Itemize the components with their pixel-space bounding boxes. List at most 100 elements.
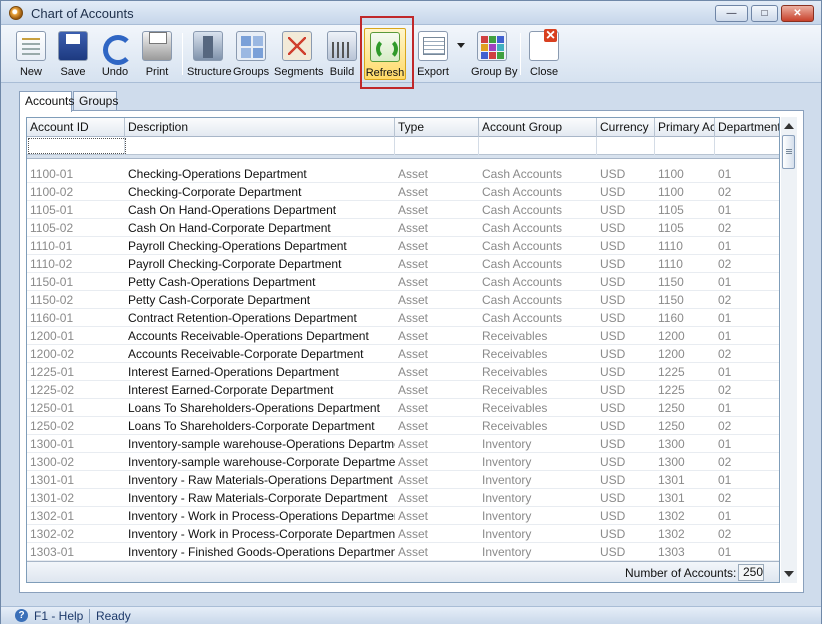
tab-groups[interactable]: Groups — [73, 91, 118, 111]
cell-currency: USD — [600, 527, 626, 541]
scroll-down-arrow-icon[interactable] — [784, 571, 794, 577]
structure-button[interactable]: Structure — [187, 28, 232, 80]
table-row[interactable]: 1105-01 Cash On Hand-Operations Departmen… — [27, 201, 779, 219]
cell-currency: USD — [600, 365, 626, 379]
cell-primary-account: 1105 — [658, 203, 684, 217]
build-button[interactable]: Build — [326, 28, 358, 80]
cell-account-group: Cash Accounts — [482, 275, 563, 289]
cell-primary-account: 1300 — [658, 455, 685, 469]
cell-currency: USD — [600, 311, 626, 325]
maximize-button[interactable]: □ — [751, 5, 778, 22]
cell-description: Inventory - Work in Process-Operations D… — [128, 509, 395, 523]
print-button[interactable]: Print — [139, 28, 175, 80]
close-button[interactable]: Close — [526, 28, 562, 80]
app-icon[interactable] — [9, 6, 23, 20]
column-header-department[interactable]: Department — [715, 118, 779, 137]
cell-account-id: 1250-01 — [30, 401, 75, 415]
cell-currency: USD — [600, 347, 626, 361]
cell-description: Inventory - Finished Goods-Operations De… — [128, 545, 395, 559]
cell-primary-account: 1110 — [658, 257, 683, 271]
column-header-primary-account[interactable]: Primary Acc — [655, 118, 715, 137]
undo-button[interactable]: Undo — [97, 28, 133, 80]
cell-currency: USD — [600, 509, 626, 523]
filter-cell-currency[interactable] — [597, 137, 655, 155]
table-row[interactable]: 1150-01 Petty Cash-Operations Department A… — [27, 273, 779, 291]
table-row[interactable]: 1302-01 Inventory - Work in Process-Opera… — [27, 507, 779, 525]
undo-arrow-icon — [100, 31, 133, 65]
minimize-button[interactable]: — — [715, 5, 748, 22]
cell-primary-account: 1301 — [658, 491, 685, 505]
cell-primary-account: 1105 — [658, 221, 684, 235]
cell-account-id: 1160-01 — [30, 311, 74, 325]
cell-currency: USD — [600, 455, 626, 469]
filter-cell-primary-account[interactable] — [655, 137, 715, 155]
cell-account-group: Inventory — [482, 473, 532, 487]
filter-cell-type[interactable] — [395, 137, 479, 155]
scroll-up-arrow-icon[interactable] — [784, 123, 794, 129]
table-row[interactable]: 1250-01 Loans To Shareholders-Operations … — [27, 399, 779, 417]
table-row[interactable]: 1160-01 Contract Retention-Operations Dep… — [27, 309, 779, 327]
cell-account-id: 1301-02 — [30, 491, 75, 505]
cell-account-group: Cash Accounts — [482, 203, 563, 217]
table-row[interactable]: 1105-02 Cash On Hand-Corporate Department… — [27, 219, 779, 237]
cell-account-id: 1225-02 — [30, 383, 75, 397]
group-by-button[interactable]: Group By — [471, 28, 517, 80]
table-row[interactable]: 1300-01 Inventory-sample warehouse-Operat… — [27, 435, 779, 453]
table-row[interactable]: 1300-02 Inventory-sample warehouse-Corpor… — [27, 453, 779, 471]
groups-button[interactable]: Groups — [233, 28, 269, 80]
filter-cell-account-group[interactable] — [479, 137, 597, 155]
cell-department: 02 — [718, 185, 732, 199]
cell-type: Asset — [398, 347, 429, 361]
tab-accounts[interactable]: Accounts — [19, 91, 74, 112]
table-row[interactable]: 1250-02 Loans To Shareholders-Corporate D… — [27, 417, 779, 435]
save-button[interactable]: Save — [55, 28, 91, 80]
table-row[interactable]: 1110-02 Payroll Checking-Corporate Depart… — [27, 255, 779, 273]
status-bar: ? F1 - Help Ready — [1, 606, 821, 624]
filter-cell-department[interactable] — [715, 137, 779, 155]
table-row[interactable]: 1303-01 Inventory - Finished Goods-Operat… — [27, 543, 779, 561]
table-row[interactable]: 1200-01 Accounts Receivable-Operations De… — [27, 327, 779, 345]
filter-input-account-id[interactable] — [28, 138, 126, 154]
new-button[interactable]: New — [13, 28, 49, 80]
cell-account-group: Cash Accounts — [482, 167, 563, 181]
export-dropdown-arrow-icon[interactable] — [457, 43, 465, 48]
cell-account-group: Cash Accounts — [482, 239, 563, 253]
column-header-description[interactable]: Description — [125, 118, 395, 137]
export-button[interactable]: Export — [415, 28, 451, 80]
close-icon — [529, 29, 559, 61]
table-row[interactable]: 1225-01 Interest Earned-Operations Depart… — [27, 363, 779, 381]
cell-account-id: 1110-01 — [30, 239, 73, 253]
segments-button[interactable]: Segments — [274, 28, 324, 80]
cell-department: 01 — [718, 275, 732, 289]
table-row[interactable]: 1225-02 Interest Earned-Corporate Departm… — [27, 381, 779, 399]
cell-account-group: Cash Accounts — [482, 221, 563, 235]
table-row[interactable]: 1301-02 Inventory - Raw Materials-Corpora… — [27, 489, 779, 507]
table-row[interactable]: 1110-01 Payroll Checking-Operations Depar… — [27, 237, 779, 255]
column-header-account-id[interactable]: Account ID — [27, 118, 125, 137]
filter-cell-description[interactable] — [125, 137, 395, 155]
column-header-account-group[interactable]: Account Group — [479, 118, 597, 137]
table-row[interactable]: 1150-02 Petty Cash-Corporate Department As… — [27, 291, 779, 309]
table-row[interactable]: 1302-02 Inventory - Work in Process-Corpo… — [27, 525, 779, 543]
scroll-thumb[interactable] — [782, 135, 795, 169]
cell-currency: USD — [600, 293, 626, 307]
chart-of-accounts-window: Chart of Accounts — □ ✕ New Save Undo Pr… — [0, 0, 822, 624]
table-row[interactable]: 1100-02 Checking-Corporate Department Asse… — [27, 183, 779, 201]
vertical-scrollbar[interactable] — [781, 117, 797, 583]
column-header-currency[interactable]: Currency — [597, 118, 655, 137]
cell-type: Asset — [398, 167, 429, 181]
cell-description: Checking-Corporate Department — [128, 185, 302, 199]
status-help-text[interactable]: F1 - Help — [34, 609, 83, 623]
export-label: Export — [417, 66, 449, 78]
close-window-button[interactable]: ✕ — [781, 5, 814, 22]
cell-department: 01 — [718, 365, 732, 379]
column-header-type[interactable]: Type — [395, 118, 479, 137]
cell-department: 02 — [718, 257, 732, 271]
table-row[interactable]: 1100-01 Checking-Operations Department Ass… — [27, 165, 779, 183]
filter-cell-account-id[interactable] — [27, 137, 126, 155]
cell-currency: USD — [600, 419, 626, 433]
table-row[interactable]: 1200-02 Accounts Receivable-Corporate Dep… — [27, 345, 779, 363]
table-row[interactable]: 1301-01 Inventory - Raw Materials-Operati… — [27, 471, 779, 489]
help-icon[interactable]: ? — [15, 609, 28, 622]
cell-account-group: Receivables — [482, 347, 548, 361]
